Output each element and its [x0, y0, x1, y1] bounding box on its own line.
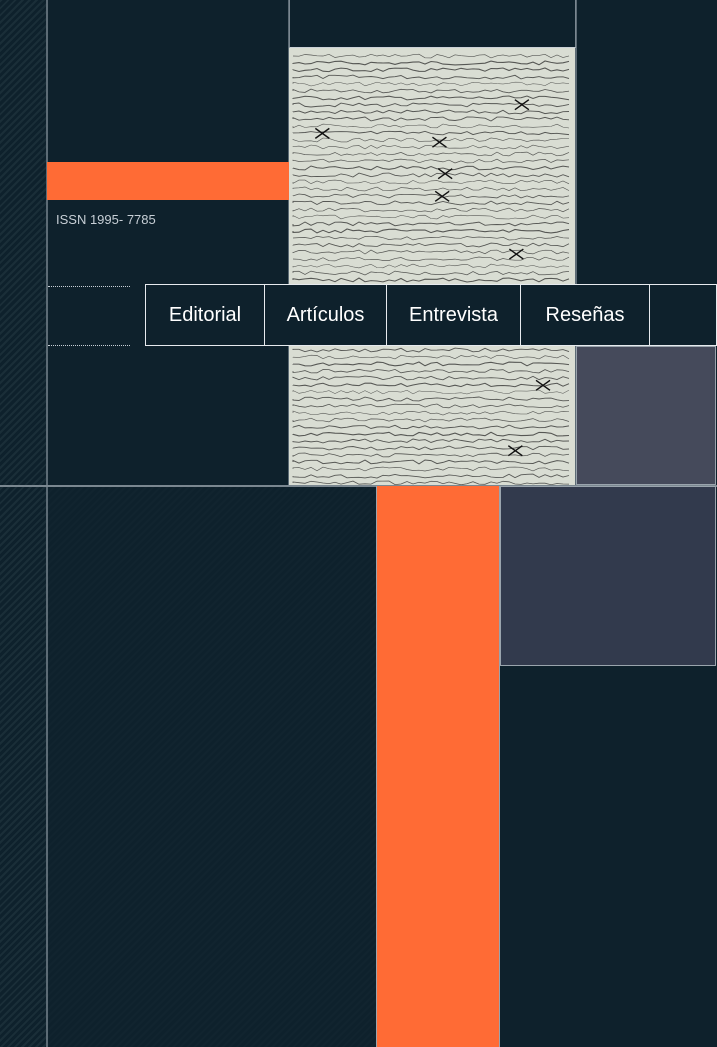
nav-item-editorial[interactable]: Editorial: [146, 285, 265, 345]
accent-bar: [47, 162, 289, 200]
main-nav: Editorial Artículos Entrevista Reseñas: [145, 284, 717, 346]
nav-item-articulos[interactable]: Artículos: [265, 285, 387, 345]
divider-vertical-left: [46, 0, 48, 1047]
dotted-rule-top: [48, 286, 130, 287]
orange-column: [376, 486, 500, 1047]
nav-item-entrevista[interactable]: Entrevista: [387, 285, 521, 345]
bottom-left-panel: [47, 486, 376, 1047]
nav-item-empty: [650, 285, 716, 345]
issn-label: ISSN 1995- 7785: [56, 212, 156, 227]
cover-image: [289, 48, 575, 485]
hatched-left-strip: [0, 0, 47, 1047]
grey-panel-right: [576, 346, 716, 485]
slate-panel: [500, 486, 716, 666]
dotted-rule-bottom: [48, 345, 130, 346]
cover-top-frame: [289, 0, 576, 48]
nav-item-resenas[interactable]: Reseñas: [521, 285, 650, 345]
